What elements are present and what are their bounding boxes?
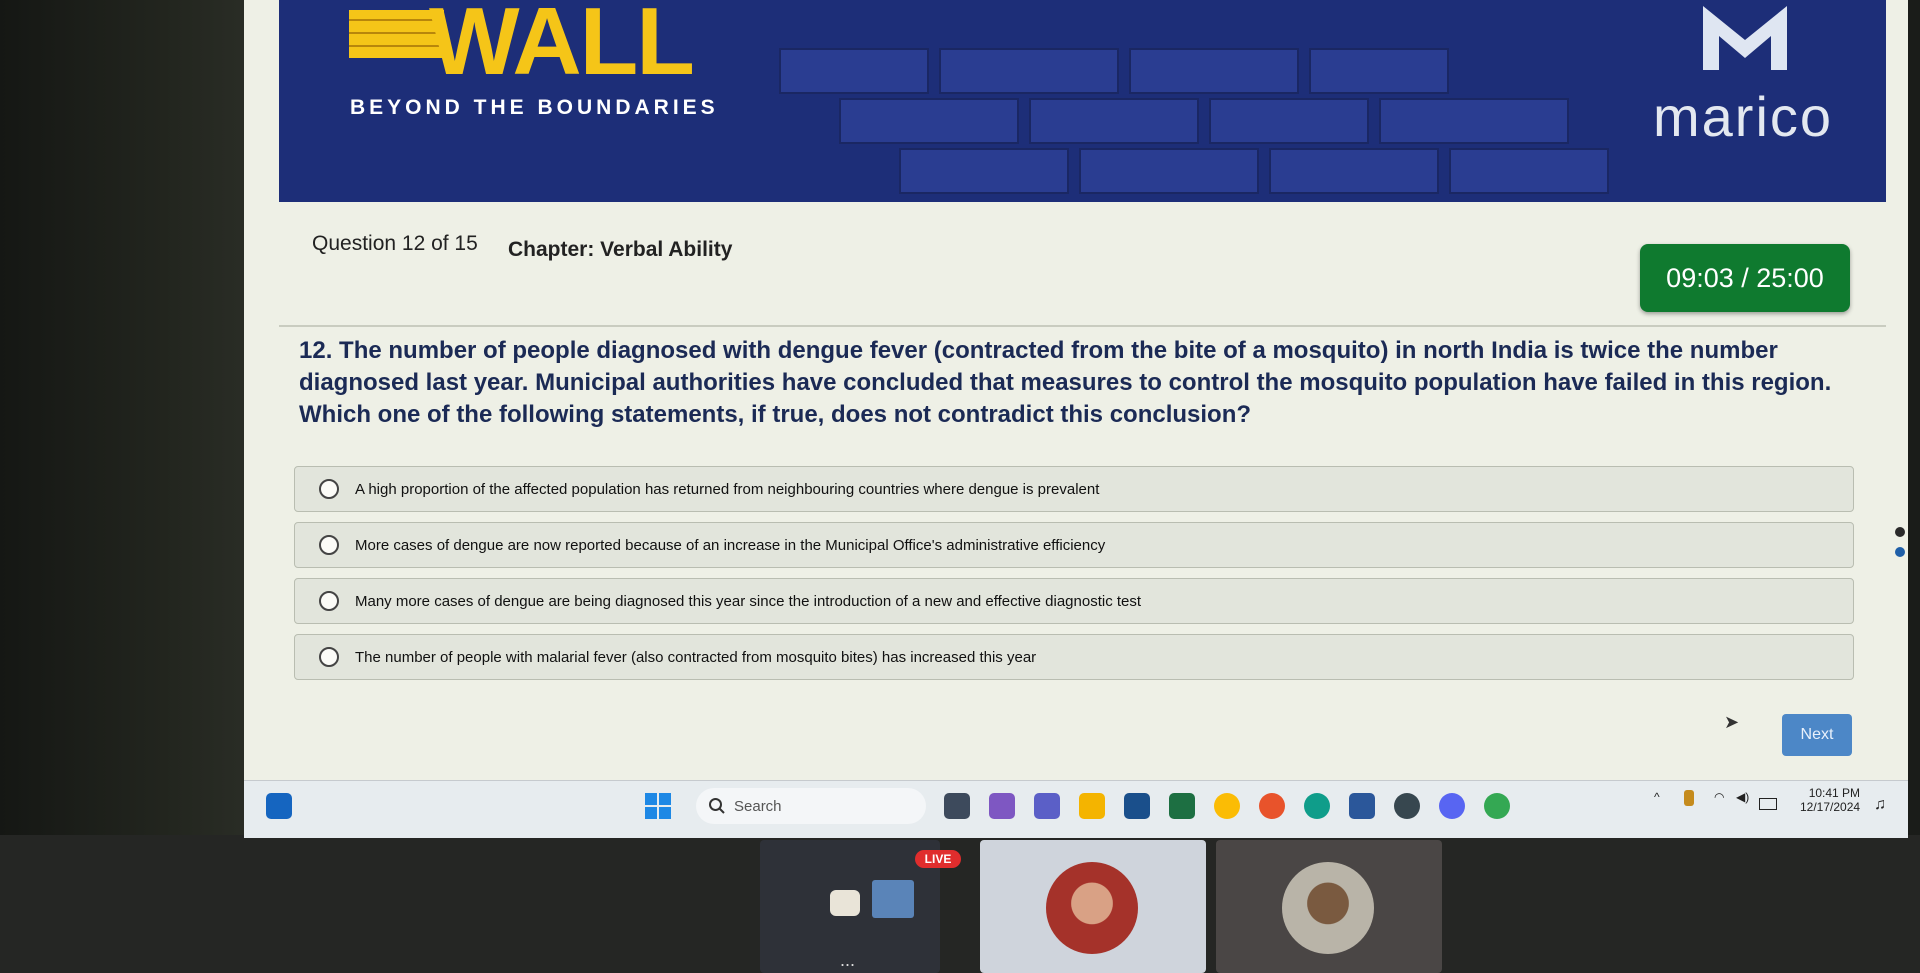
- next-button[interactable]: Next: [1782, 714, 1852, 756]
- wall-banner: WALL BEYOND THE BOUNDARIES marico: [279, 0, 1886, 202]
- marico-brand-name: marico: [1653, 85, 1834, 148]
- banner-brick: [939, 48, 1119, 94]
- question-text: 12. The number of people diagnosed with …: [299, 337, 1832, 428]
- browser-icon[interactable]: [1484, 793, 1510, 819]
- answer-option-3[interactable]: Many more cases of dengue are being diag…: [294, 578, 1854, 624]
- volume-icon[interactable]: ◀): [1736, 790, 1749, 804]
- answer-option-text: More cases of dengue are now reported be…: [355, 536, 1106, 554]
- radio-button[interactable]: [319, 647, 339, 667]
- banner-tagline: BEYOND THE BOUNDARIES: [350, 96, 719, 119]
- banner-brick: [1449, 148, 1609, 194]
- microphone-icon[interactable]: [1684, 790, 1694, 806]
- discord-icon[interactable]: [1439, 793, 1465, 819]
- monitor-screen: WALL BEYOND THE BOUNDARIES marico Questi…: [244, 0, 1908, 838]
- windows-taskbar: [244, 780, 1908, 838]
- taskbar-search[interactable]: Search: [696, 788, 926, 824]
- mouse-cursor-icon: ➤: [1724, 712, 1740, 732]
- banner-brick: [1129, 48, 1299, 94]
- participant-avatar: [1282, 862, 1374, 954]
- banner-brick: [1209, 98, 1369, 144]
- taskbar-time: 10:41 PM: [1808, 786, 1861, 800]
- question-progress: Question 12 of 15: [312, 232, 478, 255]
- radio-button[interactable]: [319, 479, 339, 499]
- monitor-bezel-left: [0, 0, 250, 973]
- chapter-label: Chapter: Verbal Ability: [508, 238, 733, 261]
- banner-brick: [1309, 48, 1449, 94]
- windows-start-icon[interactable]: [644, 792, 672, 820]
- answer-option-text: Many more cases of dengue are being diag…: [355, 592, 1142, 610]
- screen-share-preview: [872, 880, 914, 918]
- wifi-icon[interactable]: ◠: [1714, 790, 1724, 804]
- live-badge: LIVE: [915, 850, 961, 868]
- banner-brick: [779, 48, 929, 94]
- chair-icon: [830, 890, 860, 916]
- answer-option-4[interactable]: The number of people with malarial fever…: [294, 634, 1854, 680]
- header-divider: [279, 325, 1886, 327]
- marico-logo-mark: [1703, 6, 1787, 70]
- banner-brick: [1269, 148, 1439, 194]
- taskbar-clock[interactable]: 10:41 PM 12/17/2024: [1800, 786, 1860, 814]
- answer-option-text: The number of people with malarial fever…: [355, 648, 1037, 666]
- radio-button[interactable]: [319, 591, 339, 611]
- search-label: Search: [734, 797, 782, 815]
- participant-tile-1[interactable]: [980, 840, 1206, 973]
- quiz-timer: 09:03 / 25:00: [1640, 244, 1850, 312]
- chrome-icon[interactable]: [1214, 793, 1240, 819]
- answer-option-2[interactable]: More cases of dengue are now reported be…: [294, 522, 1854, 568]
- participant-avatar: [1046, 862, 1138, 954]
- word-icon[interactable]: [1349, 793, 1375, 819]
- widgets-icon[interactable]: [266, 793, 292, 819]
- banner-brick: [1029, 98, 1199, 144]
- tray-overflow-icon[interactable]: ^: [1654, 790, 1660, 804]
- more-options-icon[interactable]: ...: [840, 950, 855, 971]
- edge-icon[interactable]: [1304, 793, 1330, 819]
- task-view-icon[interactable]: [944, 793, 970, 819]
- participant-tile-2[interactable]: [1216, 840, 1442, 973]
- store-icon[interactable]: [1124, 793, 1150, 819]
- call-thumbnail-room[interactable]: ...: [760, 840, 940, 973]
- wall-logo: WALL: [429, 0, 695, 95]
- copilot-icon[interactable]: [989, 793, 1015, 819]
- search-icon: [709, 798, 725, 814]
- floating-widget-controls[interactable]: [1894, 520, 1906, 568]
- app-icon[interactable]: [1394, 793, 1420, 819]
- file-explorer-icon[interactable]: [1079, 793, 1105, 819]
- firefox-icon[interactable]: [1259, 793, 1285, 819]
- excel-icon[interactable]: [1169, 793, 1195, 819]
- taskbar-date: 12/17/2024: [1800, 800, 1861, 814]
- banner-brick: [1379, 98, 1569, 144]
- battery-icon[interactable]: [1759, 798, 1777, 810]
- banner-brick: [839, 98, 1019, 144]
- answer-option-text: A high proportion of the affected popula…: [355, 480, 1100, 498]
- radio-button[interactable]: [319, 535, 339, 555]
- answer-option-1[interactable]: A high proportion of the affected popula…: [294, 466, 1854, 512]
- banner-brick: [899, 148, 1069, 194]
- teams-icon[interactable]: [1034, 793, 1060, 819]
- notification-bell-icon[interactable]: ♫: [1874, 796, 1886, 814]
- banner-brick: [1079, 148, 1259, 194]
